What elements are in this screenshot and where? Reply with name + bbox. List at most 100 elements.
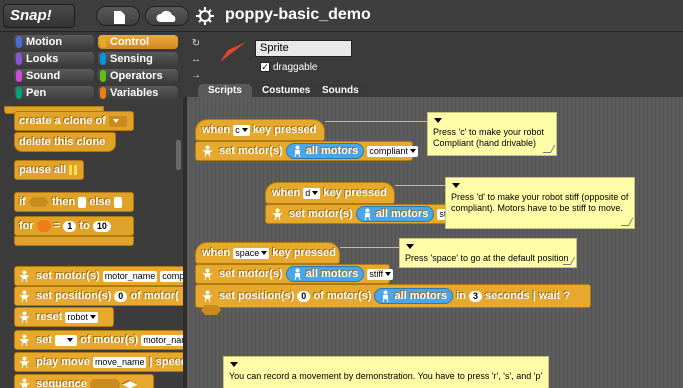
block-label: seconds | wait ? (485, 290, 571, 302)
comment-note-d[interactable]: Press 'd' to make your robot stiff (oppo… (445, 177, 635, 229)
all-motors-reporter[interactable]: all motors (285, 266, 365, 283)
draggable-checkbox[interactable]: ✓ draggable (260, 62, 317, 73)
robot-icon (364, 208, 371, 221)
collapse-triangle-icon[interactable] (406, 244, 414, 249)
cloud-menu-button[interactable] (145, 6, 189, 26)
rotation-style-rotate-icon[interactable]: ↻ (190, 38, 202, 50)
palette-scrollbar[interactable] (176, 140, 181, 170)
key-dropdown[interactable]: d (303, 187, 321, 199)
set-motors-compliant-block[interactable]: set motor(s) all motors compliant (195, 141, 418, 161)
block-label: = (53, 220, 61, 232)
palette-pause-all-block[interactable]: pause all (14, 160, 84, 180)
when-key-d-hat-block[interactable]: when d key pressed (265, 182, 395, 204)
clone-target-dropdown[interactable] (108, 115, 127, 127)
else-slot[interactable] (113, 196, 122, 208)
dropdown-arrow-icon (409, 149, 416, 154)
snap-editor: Snap! poppy-basic_demo Motion Control Lo… (0, 0, 683, 388)
for-to-input[interactable]: 10 (92, 220, 111, 232)
motor-name-input[interactable]: motor_nam (141, 334, 183, 346)
block-label: set motor(s) (219, 268, 283, 280)
resize-handle-icon[interactable] (620, 218, 634, 226)
category-label: Motion (26, 36, 63, 48)
snap-logo-button[interactable]: Snap! (3, 4, 75, 28)
tab-sounds[interactable]: Sounds (312, 84, 369, 98)
property-dropdown[interactable] (55, 334, 78, 346)
dropdown-arrow-icon (89, 315, 96, 320)
palette-set-motor-property-block[interactable]: set of motor(s) motor_nam (14, 330, 183, 350)
palette-set-position-block[interactable]: set position(s) 0 of motor( (14, 286, 183, 306)
move-name-input[interactable]: move_name (92, 356, 147, 368)
reporter-label: all motors (375, 208, 429, 221)
palette-if-else-block[interactable]: if then else (14, 192, 134, 212)
comment-note-record[interactable]: You can record a movement by demonstrati… (223, 356, 549, 388)
list-slot[interactable] (89, 378, 120, 388)
file-icon (114, 11, 125, 24)
motor-state-input[interactable]: compl (160, 270, 183, 282)
rotation-style-none-icon[interactable]: → (190, 70, 202, 82)
all-motors-reporter[interactable]: all motors (355, 206, 435, 223)
palette-sequence-block[interactable]: sequence ◀▶ (14, 374, 154, 388)
palette-set-motors-block[interactable]: set motor(s) motor_name compl (14, 266, 183, 286)
collapse-triangle-icon[interactable] (230, 362, 238, 367)
category-looks[interactable]: Looks (14, 52, 94, 66)
for-from-input[interactable]: 1 (63, 220, 77, 232)
block-label: when (272, 187, 301, 199)
block-label: then (51, 196, 76, 208)
block-label: set motor(s) (36, 270, 100, 282)
category-pen[interactable]: Pen (14, 86, 94, 100)
resize-handle-icon[interactable] (542, 145, 556, 153)
motor-name-input[interactable]: motor_name (102, 270, 158, 282)
top-bar: Snap! poppy-basic_demo (0, 0, 683, 32)
key-dropdown[interactable]: c (233, 124, 250, 136)
sprite-name-field[interactable]: Sprite (255, 40, 352, 57)
palette-reset-block[interactable]: reset robot (14, 307, 114, 327)
when-key-c-hat-block[interactable]: when c key pressed (195, 119, 325, 141)
boolean-slot[interactable] (28, 197, 49, 208)
tab-costumes[interactable]: Costumes (252, 84, 321, 98)
category-sensing[interactable]: Sensing (98, 52, 178, 66)
palette-create-clone-block[interactable]: create a clone of (14, 111, 134, 131)
settings-menu-button[interactable] (193, 5, 217, 27)
reset-target-dropdown[interactable]: robot (65, 311, 98, 323)
when-key-space-hat-block[interactable]: when space key pressed (195, 242, 340, 264)
comment-note-space[interactable]: Press 'space' to go at the default posit… (399, 238, 577, 268)
for-variable[interactable] (36, 220, 51, 233)
category-sound[interactable]: Sound (14, 69, 94, 83)
block-label: when (202, 247, 231, 259)
palette-play-move-block[interactable]: play move move_name | speed (14, 352, 183, 372)
category-variables[interactable]: Variables (98, 86, 178, 100)
state-dropdown[interactable]: stiff (367, 268, 394, 280)
seconds-input[interactable]: 3 (468, 290, 482, 302)
note-text: Press 'space' to go at the default posit… (405, 253, 569, 263)
palette-for-block[interactable]: for = 1 to 10 (14, 216, 134, 236)
set-motors-stiff-block-2[interactable]: set motor(s) all motors stiff (195, 264, 394, 284)
key-dropdown[interactable]: space (233, 247, 270, 259)
comment-note-c[interactable]: Press 'c' to make your robot Compliant (… (427, 112, 557, 156)
set-position-block[interactable]: set position(s) 0 of motor(s) all motors… (195, 284, 591, 308)
collapse-triangle-icon[interactable] (434, 118, 442, 123)
tab-scripts[interactable]: Scripts (198, 84, 252, 98)
file-menu-button[interactable] (96, 6, 140, 26)
position-input[interactable]: 0 (297, 290, 311, 302)
category-operators[interactable]: Operators (98, 69, 178, 83)
category-color-dot (100, 70, 106, 82)
palette-delete-clone-block[interactable]: delete this clone (14, 132, 116, 152)
then-slot[interactable] (78, 196, 87, 208)
block-label: set motor(s) (219, 145, 283, 157)
all-motors-reporter[interactable]: all motors (285, 143, 365, 160)
category-motion[interactable]: Motion (14, 35, 94, 49)
robot-icon (19, 290, 30, 303)
rotation-style-flip-icon[interactable]: ↔ (190, 54, 202, 66)
collapse-triangle-icon[interactable] (452, 183, 460, 188)
robot-icon (19, 356, 30, 369)
scripts-area[interactable]: when c key pressed set motor(s) all moto… (187, 97, 683, 388)
wait-boolean-slot[interactable] (201, 305, 221, 315)
category-color-dot (16, 36, 22, 48)
arrows-icon[interactable]: ◀▶ (123, 379, 137, 388)
reporter-label: all motors (305, 145, 359, 158)
all-motors-reporter[interactable]: all motors (374, 288, 454, 305)
set-motors-stiff-block[interactable]: set motor(s) all motors stiff (265, 204, 464, 224)
state-dropdown[interactable]: compliant (367, 145, 418, 157)
position-input[interactable]: 0 (114, 290, 128, 302)
category-control[interactable]: Control (98, 35, 178, 49)
